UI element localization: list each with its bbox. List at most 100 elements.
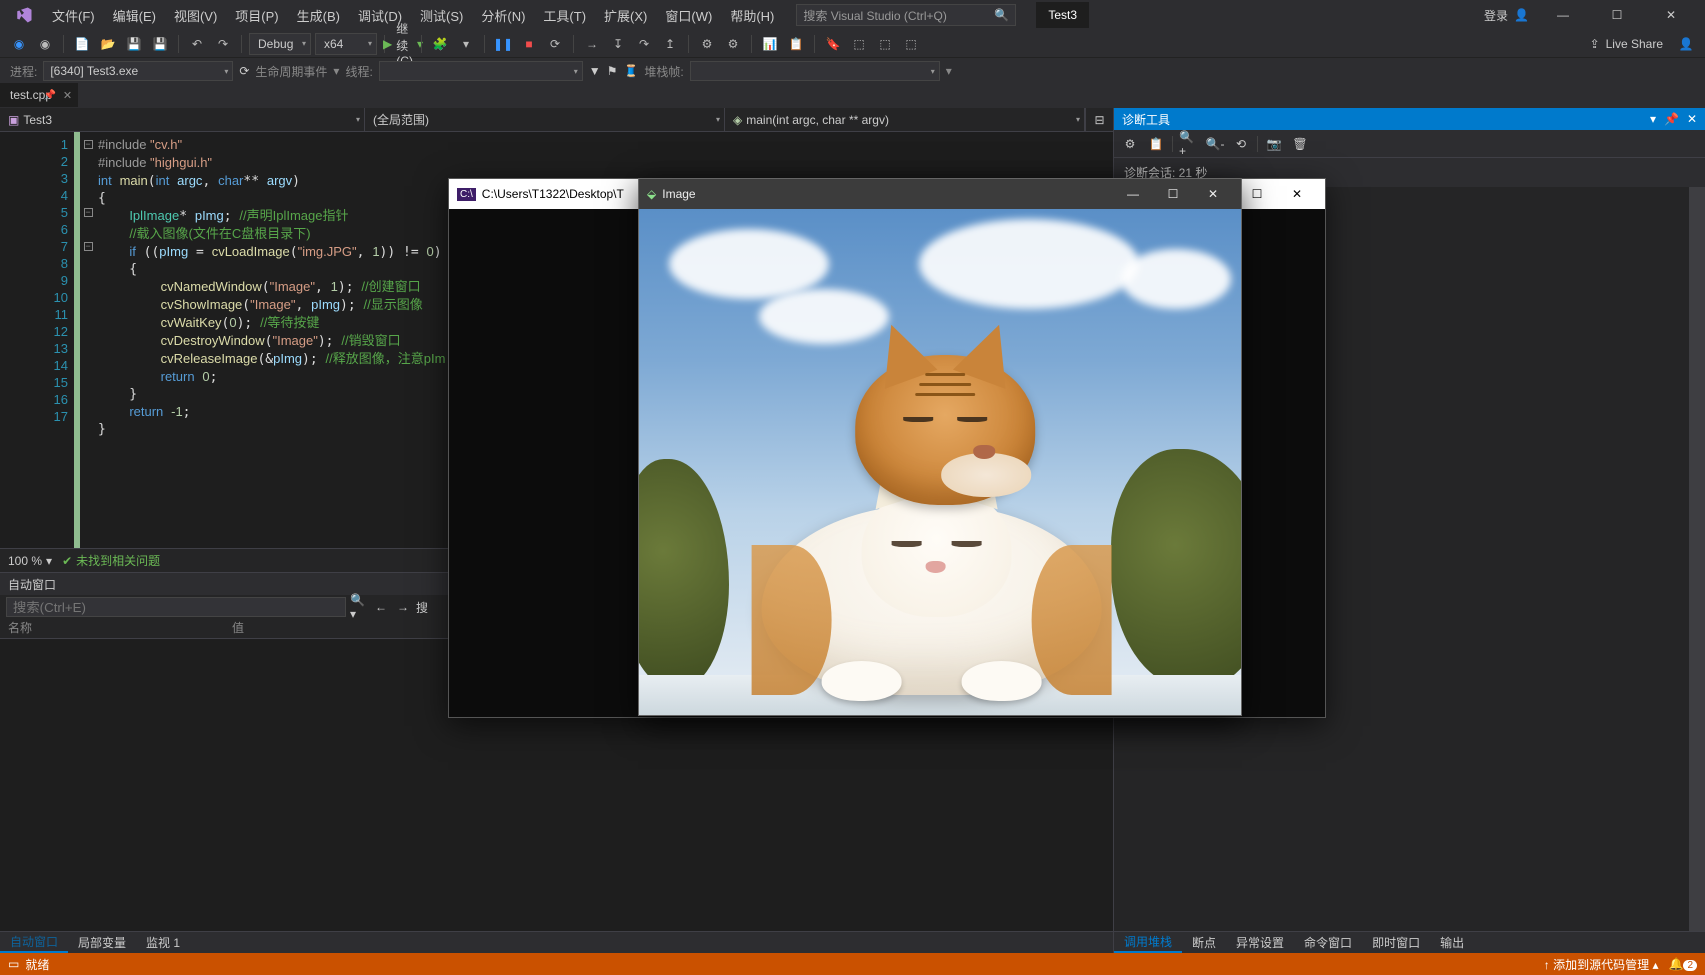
menu-view[interactable]: 视图(V) — [166, 2, 225, 29]
fold-column[interactable]: − − − — [80, 132, 96, 548]
tab-test-cpp[interactable]: test.cpp 📌 ✕ — [0, 83, 78, 107]
autos-search-input[interactable] — [6, 597, 346, 617]
process-dropdown[interactable]: [6340] Test3.exe — [43, 61, 233, 81]
search-icon[interactable]: 🔍▾ — [350, 598, 368, 616]
console-close-button[interactable]: ✕ — [1277, 179, 1317, 209]
config-dropdown[interactable]: Debug — [249, 33, 311, 55]
window-close-button[interactable]: ✕ — [1651, 0, 1691, 30]
pin-icon[interactable]: 📌 — [44, 90, 56, 101]
tool-button-8[interactable]: ⬚ — [900, 33, 922, 55]
image-titlebar[interactable]: ⬙ Image — ☐ ✕ — [639, 179, 1241, 209]
close-icon[interactable]: ✕ — [1687, 112, 1697, 126]
gc-icon[interactable]: 🗑 — [1290, 134, 1310, 154]
menu-project[interactable]: 项目(P) — [227, 2, 286, 29]
step-over-button[interactable]: ↷ — [633, 33, 655, 55]
feedback-button[interactable]: 👤 — [1675, 33, 1697, 55]
tool-button-3[interactable]: 📊 — [759, 33, 781, 55]
thread-dropdown[interactable] — [379, 61, 583, 81]
col-name[interactable]: 名称 — [8, 619, 32, 638]
menu-help[interactable]: 帮助(H) — [722, 2, 782, 29]
menu-test[interactable]: 测试(S) — [412, 2, 471, 29]
nav-back-icon[interactable]: ← — [372, 598, 390, 616]
snapshot-icon[interactable]: 📷 — [1264, 134, 1284, 154]
notifications-button[interactable]: 🔔2 — [1668, 957, 1697, 971]
tool-button-1[interactable]: ⚙ — [696, 33, 718, 55]
stackframe-dropdown[interactable] — [690, 61, 940, 81]
menu-window[interactable]: 窗口(W) — [657, 2, 720, 29]
debug-dropdown-icon[interactable]: ▾ — [455, 33, 477, 55]
sign-in-button[interactable]: 登录 👤 — [1484, 7, 1529, 24]
dropdown-icon[interactable]: ▾ — [1650, 112, 1656, 126]
live-share-button[interactable]: ⇪ Live Share — [1590, 37, 1671, 51]
tab-close-icon[interactable]: ✕ — [63, 89, 72, 102]
stop-button[interactable]: ■ — [518, 33, 540, 55]
tab-breakpoints[interactable]: 断点 — [1182, 932, 1226, 953]
nav-back-button[interactable]: ◉ — [8, 33, 30, 55]
filter-icon[interactable]: ▼ — [589, 64, 601, 78]
zoom-out-icon[interactable]: 🔍- — [1205, 134, 1225, 154]
redo-button[interactable]: ↷ — [212, 33, 234, 55]
pause-button[interactable]: ❚❚ — [492, 33, 514, 55]
settings-icon[interactable]: ⚙ — [1120, 134, 1140, 154]
lifecycle-events-icon[interactable]: ⟳ — [239, 64, 249, 78]
project-scope-dropdown[interactable]: ▣ Test3▾ — [0, 108, 365, 131]
restart-button[interactable]: ⟳ — [544, 33, 566, 55]
tab-output[interactable]: 输出 — [1430, 932, 1474, 953]
flag-icon[interactable]: ⚑ — [607, 64, 618, 78]
menu-extensions[interactable]: 扩展(X) — [596, 2, 655, 29]
undo-button[interactable]: ↶ — [186, 33, 208, 55]
tool-button-2[interactable]: ⚙ — [722, 33, 744, 55]
step-out-button[interactable]: ↥ — [659, 33, 681, 55]
window-maximize-button[interactable]: ☐ — [1597, 0, 1637, 30]
col-value[interactable]: 值 — [232, 619, 244, 638]
source-control-button[interactable]: ↑ 添加到源代码管理 ▴ — [1544, 956, 1659, 973]
tab-watch1[interactable]: 监视 1 — [136, 932, 190, 953]
menu-build[interactable]: 生成(B) — [289, 2, 348, 29]
console-maximize-button[interactable]: ☐ — [1237, 179, 1277, 209]
split-editor-button[interactable]: ⊟ — [1085, 108, 1113, 131]
window-minimize-button[interactable]: — — [1543, 0, 1583, 30]
menu-tools[interactable]: 工具(T) — [535, 2, 594, 29]
menu-file[interactable]: 文件(F) — [44, 2, 103, 29]
menu-analyze[interactable]: 分析(N) — [473, 2, 533, 29]
tool-button-6[interactable]: ⬚ — [848, 33, 870, 55]
stackframe-label: 堆栈帧: — [644, 63, 683, 80]
member-dropdown[interactable]: ◈ main(int argc, char ** argv)▾ — [725, 108, 1085, 131]
reset-zoom-icon[interactable]: ⟲ — [1231, 134, 1251, 154]
threads-icon[interactable]: 🧵 — [623, 64, 638, 78]
new-project-button[interactable]: 📄 — [71, 33, 93, 55]
open-button[interactable]: 📂 — [97, 33, 119, 55]
continue-button[interactable]: ▶ 继续(C) ▾ — [392, 33, 414, 55]
tab-immediate[interactable]: 即时窗口 — [1362, 932, 1430, 953]
zoom-dropdown[interactable]: 100 % ▾ — [8, 554, 52, 568]
no-issues-indicator[interactable]: ✔ 未找到相关问题 — [62, 552, 160, 569]
diagnostic-title-bar[interactable]: 诊断工具 ▾ 📌 ✕ — [1114, 108, 1705, 130]
tool-button-7[interactable]: ⬚ — [874, 33, 896, 55]
tab-autos[interactable]: 自动窗口 — [0, 932, 68, 953]
menu-edit[interactable]: 编辑(E) — [105, 2, 164, 29]
tool-button-4[interactable]: 📋 — [785, 33, 807, 55]
tab-command[interactable]: 命令窗口 — [1294, 932, 1362, 953]
image-close-button[interactable]: ✕ — [1193, 179, 1233, 209]
nav-forward-button[interactable]: ◉ — [34, 33, 56, 55]
tab-exceptions[interactable]: 异常设置 — [1226, 932, 1294, 953]
select-tools-icon[interactable]: 📋 — [1146, 134, 1166, 154]
scrollbar-v[interactable] — [1689, 187, 1705, 931]
tab-locals[interactable]: 局部变量 — [68, 932, 136, 953]
step-into-button[interactable]: ↧ — [607, 33, 629, 55]
zoom-in-icon[interactable]: 🔍+ — [1179, 134, 1199, 154]
debug-target-button[interactable]: 🧩 — [429, 33, 451, 55]
image-minimize-button[interactable]: — — [1113, 179, 1153, 209]
image-maximize-button[interactable]: ☐ — [1153, 179, 1193, 209]
pin-icon[interactable]: 📌 — [1664, 112, 1679, 126]
tool-button-5[interactable]: 🔖 — [822, 33, 844, 55]
save-button[interactable]: 💾 — [123, 33, 145, 55]
platform-dropdown[interactable]: x64 — [315, 33, 377, 55]
nav-fwd-icon[interactable]: → — [394, 598, 412, 616]
type-scope-dropdown[interactable]: (全局范围)▾ — [365, 108, 725, 131]
tab-callstack[interactable]: 调用堆栈 — [1114, 932, 1182, 953]
save-all-button[interactable]: 💾 — [149, 33, 171, 55]
image-window[interactable]: ⬙ Image — ☐ ✕ — [638, 178, 1242, 716]
quick-launch-input[interactable]: 搜索 Visual Studio (Ctrl+Q) 🔍 — [796, 4, 1016, 26]
show-next-statement-button[interactable]: → — [581, 33, 603, 55]
